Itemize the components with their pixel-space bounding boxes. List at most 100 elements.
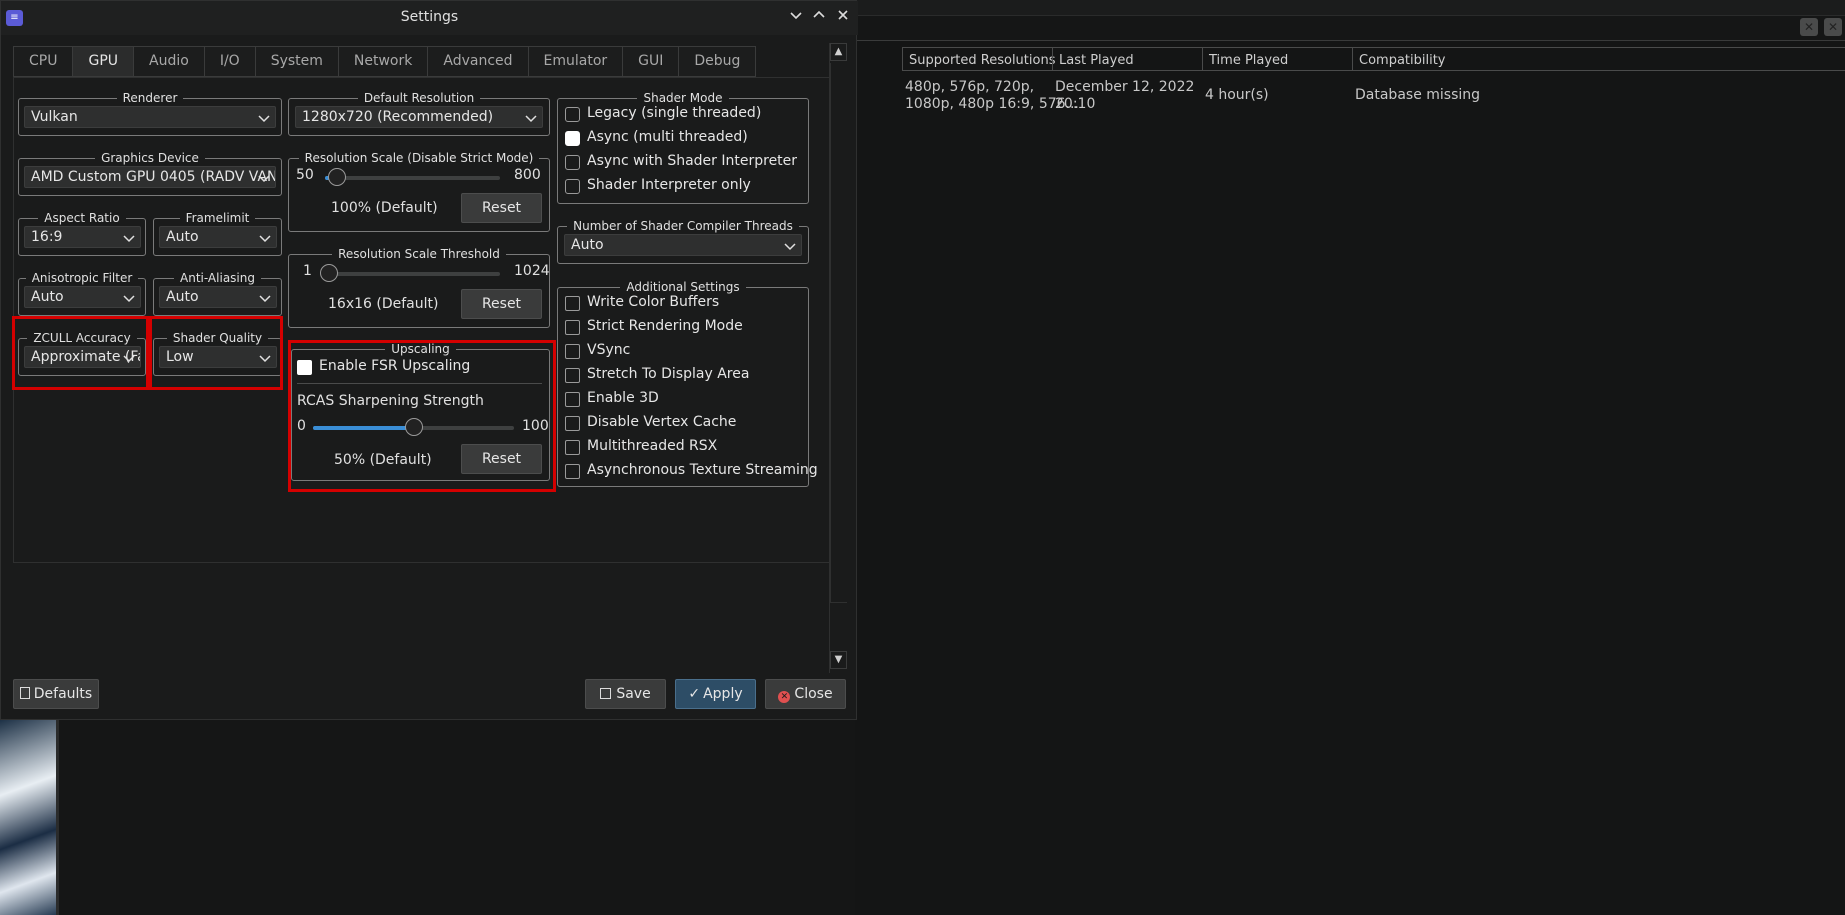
tab-audio[interactable]: Audio [133,46,204,77]
shader-mode-option-legacy[interactable]: Legacy (single threaded) [565,105,800,125]
shader-threads-select[interactable]: Auto [564,234,802,256]
cell-last-played-line2: 20:10 [1055,96,1096,112]
resolution-threshold-title: Resolution Scale Threshold [332,247,506,261]
vertical-scrollbar[interactable]: ▲ ▼ [829,43,847,673]
scroll-up-arrow-icon[interactable]: ▲ [830,43,847,61]
disable-vertex-cache-box[interactable] [565,416,580,431]
tab-io[interactable]: I/O [203,46,255,77]
stretch-display-label: Stretch To Display Area [587,366,750,382]
rcas-reset-button[interactable]: Reset [461,444,542,474]
close-circle-icon: ✕ [778,691,791,703]
tab-network[interactable]: Network [337,46,428,77]
default-resolution-select[interactable]: 1280x720 (Recommended) [295,106,543,128]
write-color-buffers-checkbox[interactable]: Write Color Buffers [565,294,800,314]
scrollbar-track[interactable] [830,63,847,603]
enable-3d-checkbox[interactable]: Enable 3D [565,390,800,410]
renderer-select[interactable]: Vulkan [24,106,276,128]
tab-bar: CPU GPU Audio I/O System Network Advance… [13,46,757,77]
multithreaded-rsx-checkbox[interactable]: Multithreaded RSX [565,438,800,458]
shader-mode-option-interpreter-only[interactable]: Shader Interpreter only [565,177,800,197]
rcas-label: RCAS Sharpening Strength [297,393,484,409]
chevron-down-icon [258,115,270,123]
resolution-scale-reset-button[interactable]: Reset [461,193,542,223]
fsr-checkbox-box[interactable] [297,360,312,375]
rcas-status: 50% (Default) [334,452,432,468]
apply-button[interactable]: ✓ Apply [675,679,756,709]
strict-rendering-mode-checkbox[interactable]: Strict Rendering Mode [565,318,800,338]
shader-quality-select[interactable]: Low [159,346,277,368]
vsync-checkbox[interactable]: VSync [565,342,800,362]
tab-gui[interactable]: GUI [622,46,679,77]
tab-cpu[interactable]: CPU [13,46,73,77]
upscaling-group: Upscaling Enable FSR Upscaling RCAS Shar… [291,342,550,481]
zcull-accuracy-group: ZCULL Accuracy Approximate (Fast) [18,331,146,376]
shader-quality-value: Low [166,349,194,365]
write-color-buffers-box[interactable] [565,296,580,311]
shader-mode-option-async[interactable]: Async (multi threaded) [565,129,800,149]
tab-gpu[interactable]: GPU [72,46,134,77]
aspect-ratio-select[interactable]: 16:9 [24,226,141,248]
chevron-down-icon [784,243,796,251]
tab-system[interactable]: System [254,46,338,77]
close-icon[interactable]: ✕ [1824,18,1842,36]
tab-advanced[interactable]: Advanced [427,46,528,77]
save-button[interactable]: Save [585,679,666,709]
resolution-scale-slider[interactable] [325,168,500,186]
strict-rendering-mode-box[interactable] [565,320,580,335]
graphics-device-group: Graphics Device AMD Custom GPU 0405 (RAD… [18,151,282,196]
document-icon [19,687,30,699]
enable-3d-box[interactable] [565,392,580,407]
tab-emulator[interactable]: Emulator [527,46,623,77]
radio-async-interpreter[interactable] [565,155,580,170]
rcas-slider[interactable] [313,418,514,436]
column-header-compatibility[interactable]: Compatibility [1352,47,1845,71]
column-header-time-played[interactable]: Time Played [1202,47,1352,71]
tab-debug[interactable]: Debug [678,46,757,77]
disable-vertex-cache-checkbox[interactable]: Disable Vertex Cache [565,414,800,434]
radio-legacy[interactable] [565,107,580,122]
anti-aliasing-select[interactable]: Auto [159,286,277,308]
resolution-scale-group: Resolution Scale (Disable Strict Mode) 5… [288,151,550,232]
cell-time-played: 4 hour(s) [1205,87,1269,103]
close-button[interactable]: ✕ Close [765,679,846,709]
framelimit-select[interactable]: Auto [159,226,277,248]
window-title: Settings [400,9,459,25]
graphics-device-select[interactable]: AMD Custom GPU 0405 (RADV VANGOGH) [24,166,276,188]
minimize-icon[interactable]: ✕ [1800,18,1818,36]
default-resolution-group: Default Resolution 1280x720 (Recommended… [288,91,550,136]
aspect-ratio-title: Aspect Ratio [38,211,126,225]
stretch-display-checkbox[interactable]: Stretch To Display Area [565,366,800,386]
close-label: Close [794,686,833,702]
close-icon[interactable] [833,8,853,28]
enable-fsr-checkbox[interactable]: Enable FSR Upscaling [297,358,517,378]
async-texture-streaming-box[interactable] [565,464,580,479]
shader-mode-option-async-interpreter[interactable]: Async with Shader Interpreter [565,153,800,173]
scroll-down-arrow-icon[interactable]: ▼ [830,651,847,669]
async-texture-streaming-checkbox[interactable]: Asynchronous Texture Streaming [565,462,818,482]
resolution-threshold-slider[interactable] [319,264,500,282]
title-bar[interactable]: ≡ Settings [1,1,858,35]
resolution-threshold-slider-handle[interactable] [319,264,338,282]
stretch-display-box[interactable] [565,368,580,383]
enable-fsr-label: Enable FSR Upscaling [319,358,471,374]
resolution-threshold-group: Resolution Scale Threshold 1 1024 16x16 … [288,247,550,328]
resolution-threshold-status: 16x16 (Default) [328,296,439,312]
column-header-last-played[interactable]: Last Played [1052,47,1202,71]
vsync-box[interactable] [565,344,580,359]
zcull-accuracy-select[interactable]: Approximate (Fast) [24,346,141,368]
chevron-down-icon [123,235,135,243]
defaults-button[interactable]: Defaults [13,679,99,709]
radio-interpreter-only[interactable] [565,179,580,194]
shader-mode-title: Shader Mode [637,91,729,105]
column-header-supported-resolutions[interactable]: Supported Resolutions [902,47,1055,71]
anisotropic-filter-select[interactable]: Auto [24,286,141,308]
rcas-slider-handle[interactable] [404,418,423,436]
save-label: Save [616,686,651,702]
shader-mode-interpreter-only-label: Shader Interpreter only [587,177,751,193]
resolution-scale-slider-handle[interactable] [327,168,346,186]
chevron-down-icon[interactable] [786,8,806,28]
radio-async[interactable] [565,131,580,146]
multithreaded-rsx-box[interactable] [565,440,580,455]
chevron-up-icon[interactable] [809,8,829,28]
resolution-threshold-reset-button[interactable]: Reset [461,289,542,319]
